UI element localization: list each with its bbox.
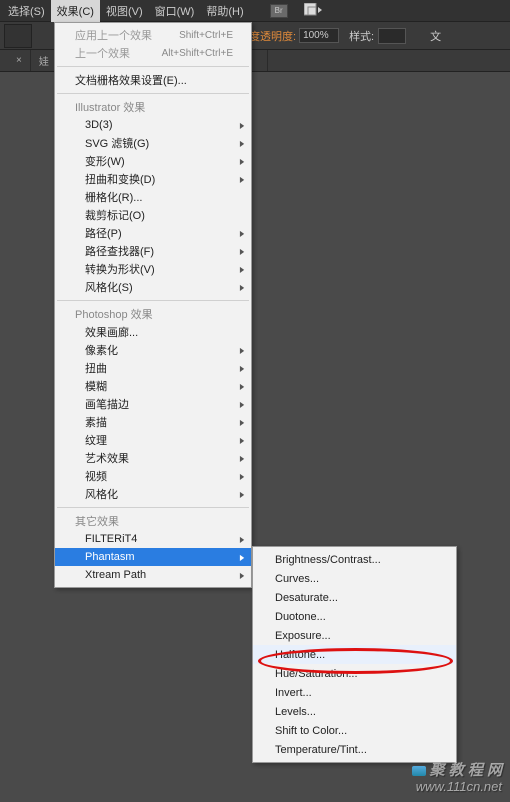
- illustrator-header: Illustrator 效果: [55, 98, 251, 116]
- menu-distort-ps[interactable]: 扭曲: [55, 359, 251, 377]
- menubar: 选择(S) 效果(C) 视图(V) 窗口(W) 帮助(H) Br: [0, 0, 510, 22]
- menu-rasterize[interactable]: 栅格化(R)...: [55, 188, 251, 206]
- menu-distort[interactable]: 扭曲和变换(D): [55, 170, 251, 188]
- menu-cropmarks[interactable]: 裁剪标记(O): [55, 206, 251, 224]
- menu-texture[interactable]: 纹理: [55, 431, 251, 449]
- menu-apply-last: 应用上一个效果Shift+Ctrl+E: [55, 26, 251, 44]
- menu-blur[interactable]: 模糊: [55, 377, 251, 395]
- sub-halftone[interactable]: Halftone...: [253, 645, 456, 664]
- sub-exposure[interactable]: Exposure...: [253, 626, 456, 645]
- menu-convert-shape[interactable]: 转换为形状(V): [55, 260, 251, 278]
- phantasm-submenu: Brightness/Contrast... Curves... Desatur…: [252, 546, 457, 763]
- menu-path[interactable]: 路径(P): [55, 224, 251, 242]
- sub-invert[interactable]: Invert...: [253, 683, 456, 702]
- photoshop-header: Photoshop 效果: [55, 305, 251, 323]
- tab-0[interactable]: ×: [0, 50, 31, 71]
- swatch[interactable]: [4, 24, 32, 48]
- sub-duotone[interactable]: Duotone...: [253, 607, 456, 626]
- sub-levels[interactable]: Levels...: [253, 702, 456, 721]
- opacity-label: 度透明度:: [249, 28, 296, 44]
- sub-desaturate[interactable]: Desaturate...: [253, 588, 456, 607]
- sub-hue[interactable]: Hue/Saturation...: [253, 664, 456, 683]
- menu-artistic[interactable]: 艺术效果: [55, 449, 251, 467]
- menu-gallery[interactable]: 效果画廊...: [55, 323, 251, 341]
- menu-filterit4[interactable]: FILTERiT4: [55, 530, 251, 548]
- menu-effects[interactable]: 效果(C): [51, 0, 100, 22]
- arrange-icon[interactable]: [304, 3, 324, 19]
- menu-window[interactable]: 窗口(W): [149, 0, 201, 22]
- menu-select[interactable]: 选择(S): [2, 0, 51, 22]
- opacity-field[interactable]: 100%: [299, 28, 339, 43]
- menu-3d[interactable]: 3D(3): [55, 116, 251, 134]
- sub-brightness[interactable]: Brightness/Contrast...: [253, 550, 456, 569]
- sub-curves[interactable]: Curves...: [253, 569, 456, 588]
- menu-help[interactable]: 帮助(H): [200, 0, 249, 22]
- menu-pathfinder[interactable]: 路径查找器(F): [55, 242, 251, 260]
- menu-stylize-ps[interactable]: 风格化: [55, 485, 251, 503]
- effects-menu: 应用上一个效果Shift+Ctrl+E 上一个效果Alt+Shift+Ctrl+…: [54, 22, 252, 588]
- menu-xtream[interactable]: Xtream Path: [55, 566, 251, 584]
- menu-svg[interactable]: SVG 滤镜(G): [55, 134, 251, 152]
- menu-sketch[interactable]: 素描: [55, 413, 251, 431]
- menu-last: 上一个效果Alt+Shift+Ctrl+E: [55, 44, 251, 62]
- menu-stylize-il[interactable]: 风格化(S): [55, 278, 251, 296]
- other-header: 其它效果: [55, 512, 251, 530]
- close-icon[interactable]: ×: [16, 55, 22, 66]
- sub-shift[interactable]: Shift to Color...: [253, 721, 456, 740]
- doc-setup-btn[interactable]: 文: [430, 28, 441, 44]
- menu-phantasm[interactable]: Phantasm: [55, 548, 251, 566]
- menu-doc-raster[interactable]: 文档栅格效果设置(E)...: [55, 71, 251, 89]
- menu-brush[interactable]: 画笔描边: [55, 395, 251, 413]
- style-label: 样式:: [349, 28, 374, 44]
- menu-video[interactable]: 视频: [55, 467, 251, 485]
- menu-warp[interactable]: 变形(W): [55, 152, 251, 170]
- style-swatch[interactable]: [378, 28, 406, 44]
- menu-view[interactable]: 视图(V): [100, 0, 149, 22]
- menu-pixelate[interactable]: 像素化: [55, 341, 251, 359]
- sub-temperature[interactable]: Temperature/Tint...: [253, 740, 456, 759]
- bridge-icon[interactable]: Br: [270, 4, 288, 18]
